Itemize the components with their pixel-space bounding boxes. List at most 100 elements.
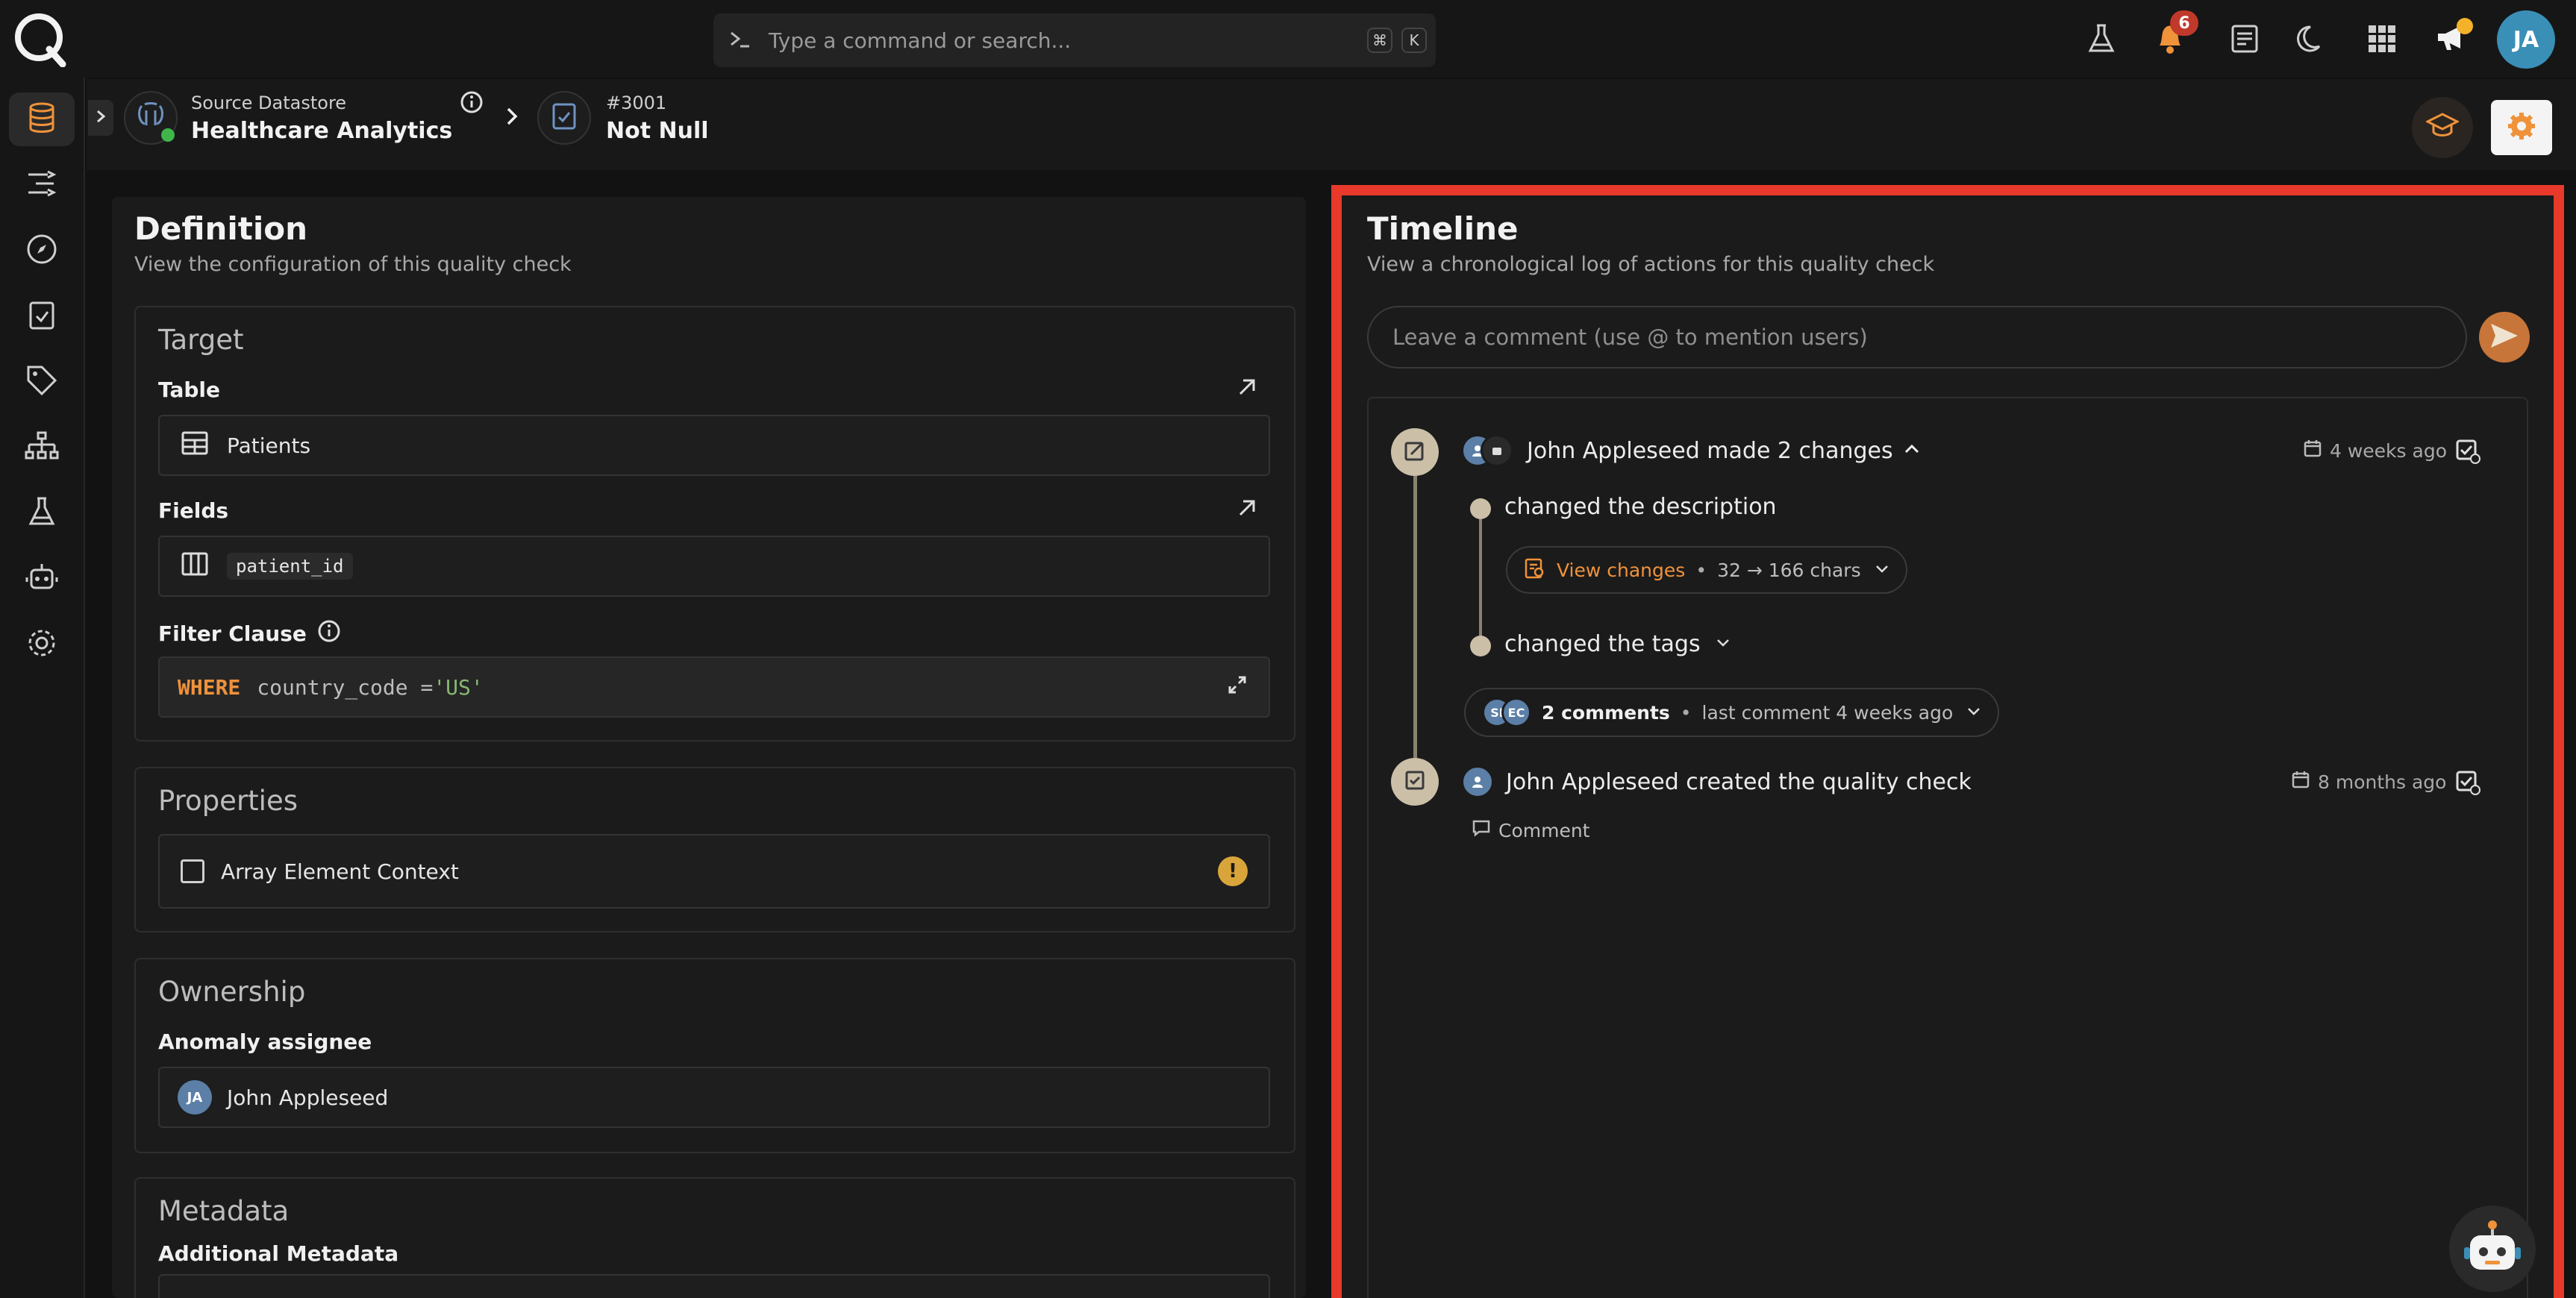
apps-grid-icon[interactable] (2360, 16, 2404, 61)
flow-icon (25, 169, 58, 201)
assignee-avatar: JA (178, 1080, 212, 1114)
robot-icon (25, 561, 58, 597)
notification-badge: 6 (2170, 10, 2198, 36)
breadcrumb-chevron-icon (504, 106, 519, 130)
timeline-list (1367, 397, 2528, 1298)
sidebar-item-checks[interactable] (9, 289, 75, 343)
view-changes-label: View changes (1557, 559, 1686, 581)
change-2-text: changed the tags (1504, 631, 1701, 657)
fields-field[interactable]: patient_id (158, 536, 1270, 597)
graduation-cap-icon (2425, 113, 2460, 142)
sidebar-item-agents[interactable] (9, 552, 75, 606)
timeline-node-edit (1391, 428, 1439, 476)
sidebar-item-datastores[interactable] (9, 93, 75, 146)
check-status-icon[interactable] (2455, 770, 2480, 798)
app-logo[interactable] (10, 10, 67, 68)
fields-label: Fields (158, 498, 229, 523)
chevron-down-icon (1716, 637, 1731, 651)
ownership-title: Ownership (158, 976, 306, 1008)
bot-avatar-small (1481, 434, 1513, 467)
sidebar-item-hierarchy[interactable] (9, 421, 75, 474)
chevron-up-icon[interactable] (1904, 443, 1920, 458)
check-status-icon[interactable] (2455, 439, 2480, 467)
timeline-entry-2-header: John Appleseed created the quality check (1461, 765, 1972, 798)
comments-thread-button[interactable]: SI EC 2 comments • last comment 4 weeks … (1464, 688, 2000, 737)
breadcrumb: Source Datastore Healthcare Analytics #3… (124, 91, 709, 145)
check-id: #3001 (606, 92, 667, 113)
open-fields-icon[interactable] (1236, 497, 1258, 522)
hierarchy-icon (25, 431, 59, 464)
chevron-down-icon (1966, 706, 1981, 720)
check-crumb-icon (537, 91, 591, 145)
database-icon (27, 101, 57, 137)
settings-button[interactable] (2491, 100, 2552, 155)
announcements-button[interactable] (2430, 16, 2475, 61)
add-comment-button[interactable]: Comment (1472, 819, 1590, 841)
flask-icon[interactable] (2079, 16, 2124, 61)
assignee-field[interactable]: JA John Appleseed (158, 1067, 1270, 1128)
commenter-avatar-2: EC (1501, 697, 1531, 727)
definition-header: Definition View the configuration of thi… (134, 210, 572, 276)
announcement-dot (2457, 18, 2473, 34)
theme-toggle-icon[interactable] (2291, 16, 2336, 61)
chevron-down-icon (1875, 563, 1889, 577)
terminal-icon (728, 28, 752, 52)
definition-title: Definition (134, 210, 308, 247)
metadata-table (158, 1274, 1270, 1298)
sidebar-item-tags[interactable] (9, 355, 75, 409)
table-value: Patients (227, 433, 311, 458)
search-placeholder: Type a command or search... (769, 28, 1072, 53)
sidebar-expand-button[interactable] (88, 100, 113, 136)
gear-icon (25, 627, 58, 662)
assignee-name: John Appleseed (227, 1085, 389, 1110)
array-context-row[interactable]: Array Element Context ! (158, 834, 1270, 909)
metadata-title: Metadata (158, 1195, 290, 1227)
learn-button[interactable] (2412, 97, 2473, 158)
timeline-subtitle: View a chronological log of actions for … (1367, 253, 1935, 276)
view-changes-button[interactable]: View changes • 32 → 166 chars (1506, 546, 1907, 594)
sidebar-item-lab[interactable] (9, 486, 75, 540)
table-label: Table (158, 377, 221, 402)
array-context-label: Array Element Context (221, 859, 459, 884)
warning-icon[interactable]: ! (1218, 856, 1248, 886)
check-name: Not Null (606, 117, 709, 144)
sidebar-item-explore[interactable] (9, 224, 75, 278)
assignee-label: Anomaly assignee (158, 1029, 372, 1054)
robot-icon (2463, 1219, 2522, 1279)
datastore-crumb[interactable]: Source Datastore Healthcare Analytics (191, 93, 460, 144)
docs-icon[interactable] (2222, 16, 2267, 61)
entry-2-actor: John Appleseed created the quality check (1506, 768, 1972, 795)
user-avatar[interactable]: JA (2497, 10, 2555, 69)
chevron-right-icon (95, 109, 107, 127)
comments-count: 2 comments (1542, 701, 1670, 724)
gear-icon (2507, 111, 2536, 144)
command-search[interactable]: Type a command or search... ⌘ K (713, 13, 1436, 67)
filter-clause-field[interactable]: WHERE country_code = 'US' (158, 656, 1270, 718)
table-field[interactable]: Patients (158, 415, 1270, 476)
change-1-text: changed the description (1504, 494, 1777, 520)
kbd-k: K (1401, 28, 1427, 53)
change-2-row[interactable]: changed the tags (1504, 631, 1731, 657)
clipboard-check-icon (1404, 769, 1426, 794)
open-table-icon[interactable] (1236, 376, 1258, 401)
send-icon (2489, 322, 2519, 352)
tag-icon (25, 364, 58, 400)
notifications-button[interactable]: 6 (2148, 10, 2198, 61)
array-context-checkbox[interactable] (181, 859, 204, 883)
send-comment-button[interactable] (2479, 312, 2530, 363)
comment-input[interactable]: Leave a comment (use @ to mention users) (1367, 306, 2467, 369)
user-avatar-small (1461, 765, 1494, 798)
sidebar-item-settings[interactable] (9, 618, 75, 671)
info-icon[interactable] (317, 619, 341, 648)
where-keyword: WHERE (178, 674, 241, 700)
expand-icon[interactable] (1227, 674, 1248, 700)
edit-square-icon (1404, 439, 1426, 465)
check-crumb[interactable]: #3001 Not Null (606, 93, 709, 144)
separator-dot: • (1695, 559, 1707, 581)
properties-title: Properties (158, 785, 298, 817)
filter-value: 'US' (433, 674, 484, 700)
assistant-bot-button[interactable] (2449, 1205, 2536, 1292)
timeline-header: Timeline View a chronological log of act… (1367, 210, 1934, 276)
sidebar-item-flows[interactable] (9, 158, 75, 212)
info-icon[interactable] (460, 90, 484, 117)
